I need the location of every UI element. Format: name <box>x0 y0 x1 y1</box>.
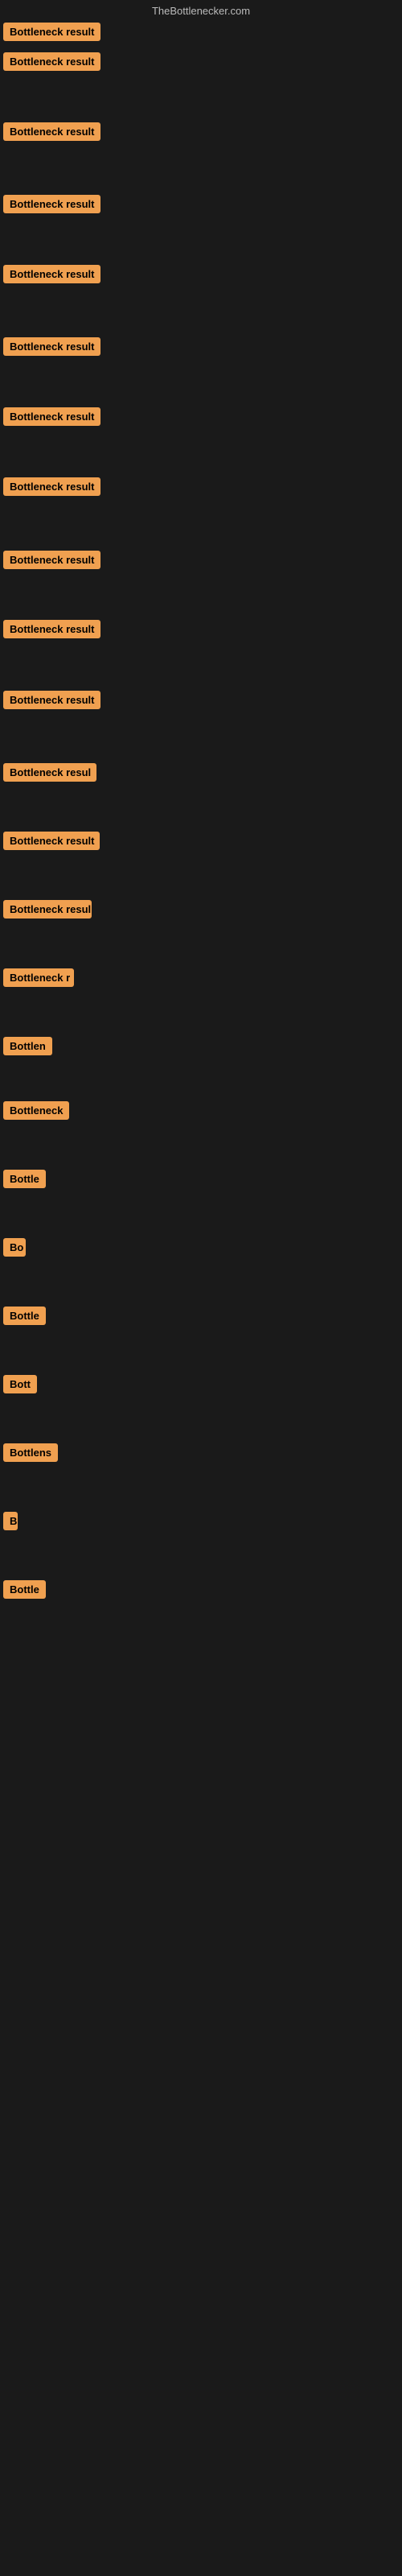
bottleneck-badge[interactable]: Bottleneck result <box>3 52 100 71</box>
bottleneck-badge-row-1[interactable]: Bottleneck result <box>3 23 100 45</box>
site-title: TheBottlenecker.com <box>152 5 250 17</box>
bottleneck-badge[interactable]: Bott <box>3 1375 37 1393</box>
bottleneck-badge[interactable]: Bottle <box>3 1307 46 1325</box>
bottleneck-badge[interactable]: Bottleneck r <box>3 968 74 987</box>
bottleneck-badge[interactable]: Bo <box>3 1238 26 1257</box>
bottleneck-badge-row-14[interactable]: Bottleneck resul <box>3 900 92 923</box>
bottleneck-badge-row-21[interactable]: Bott <box>3 1375 37 1397</box>
bottleneck-badge[interactable]: Bottlen <box>3 1037 52 1055</box>
bottleneck-badge-row-20[interactable]: Bottle <box>3 1307 46 1329</box>
bottleneck-badge[interactable]: Bottleneck result <box>3 691 100 709</box>
bottleneck-badge-row-7[interactable]: Bottleneck result <box>3 407 100 430</box>
bottleneck-badge-row-4[interactable]: Bottleneck result <box>3 195 100 217</box>
bottleneck-badge[interactable]: Bottleneck result <box>3 23 100 41</box>
bottleneck-badge-row-17[interactable]: Bottleneck <box>3 1101 69 1124</box>
bottleneck-badge[interactable]: Bottle <box>3 1580 46 1599</box>
bottleneck-badge[interactable]: Bottleneck result <box>3 195 100 213</box>
badges-container: Bottleneck result Bottleneck result Bottle… <box>0 23 402 2558</box>
bottleneck-badge[interactable]: Bottle <box>3 1170 46 1188</box>
bottleneck-badge[interactable]: Bottleneck result <box>3 122 100 141</box>
bottleneck-badge-row-18[interactable]: Bottle <box>3 1170 46 1192</box>
bottleneck-badge-row-22[interactable]: Bottlens <box>3 1443 58 1466</box>
bottleneck-badge-row-9[interactable]: Bottleneck result <box>3 551 100 573</box>
bottleneck-badge[interactable]: Bottlens <box>3 1443 58 1462</box>
bottleneck-badge-row-5[interactable]: Bottleneck result <box>3 265 100 287</box>
bottleneck-badge[interactable]: Bottleneck result <box>3 265 100 283</box>
bottleneck-badge-row-3[interactable]: Bottleneck result <box>3 122 100 145</box>
bottleneck-badge-row-12[interactable]: Bottleneck resul <box>3 763 96 786</box>
bottleneck-badge[interactable]: Bottleneck result <box>3 337 100 356</box>
bottleneck-badge-row-10[interactable]: Bottleneck result <box>3 620 100 642</box>
bottleneck-badge-row-13[interactable]: Bottleneck result <box>3 832 100 854</box>
bottleneck-badge-row-19[interactable]: Bo <box>3 1238 26 1261</box>
bottleneck-badge-row-16[interactable]: Bottlen <box>3 1037 52 1059</box>
bottleneck-badge[interactable]: Bottleneck result <box>3 832 100 850</box>
bottleneck-badge[interactable]: Bottleneck resul <box>3 900 92 919</box>
bottleneck-badge-row-15[interactable]: Bottleneck r <box>3 968 74 991</box>
bottleneck-badge-row-11[interactable]: Bottleneck result <box>3 691 100 713</box>
bottleneck-badge-row-24[interactable]: Bottle <box>3 1580 46 1603</box>
bottleneck-badge-row-6[interactable]: Bottleneck result <box>3 337 100 360</box>
bottleneck-badge[interactable]: B <box>3 1512 18 1530</box>
bottleneck-badge[interactable]: Bottleneck result <box>3 407 100 426</box>
bottleneck-badge[interactable]: Bottleneck result <box>3 477 100 496</box>
bottleneck-badge-row-2[interactable]: Bottleneck result <box>3 52 100 75</box>
bottleneck-badge[interactable]: Bottleneck <box>3 1101 69 1120</box>
bottleneck-badge[interactable]: Bottleneck result <box>3 620 100 638</box>
bottleneck-badge-row-23[interactable]: B <box>3 1512 18 1534</box>
site-title-container: TheBottlenecker.com <box>0 0 402 23</box>
bottleneck-badge[interactable]: Bottleneck resul <box>3 763 96 782</box>
bottleneck-badge[interactable]: Bottleneck result <box>3 551 100 569</box>
bottleneck-badge-row-8[interactable]: Bottleneck result <box>3 477 100 500</box>
